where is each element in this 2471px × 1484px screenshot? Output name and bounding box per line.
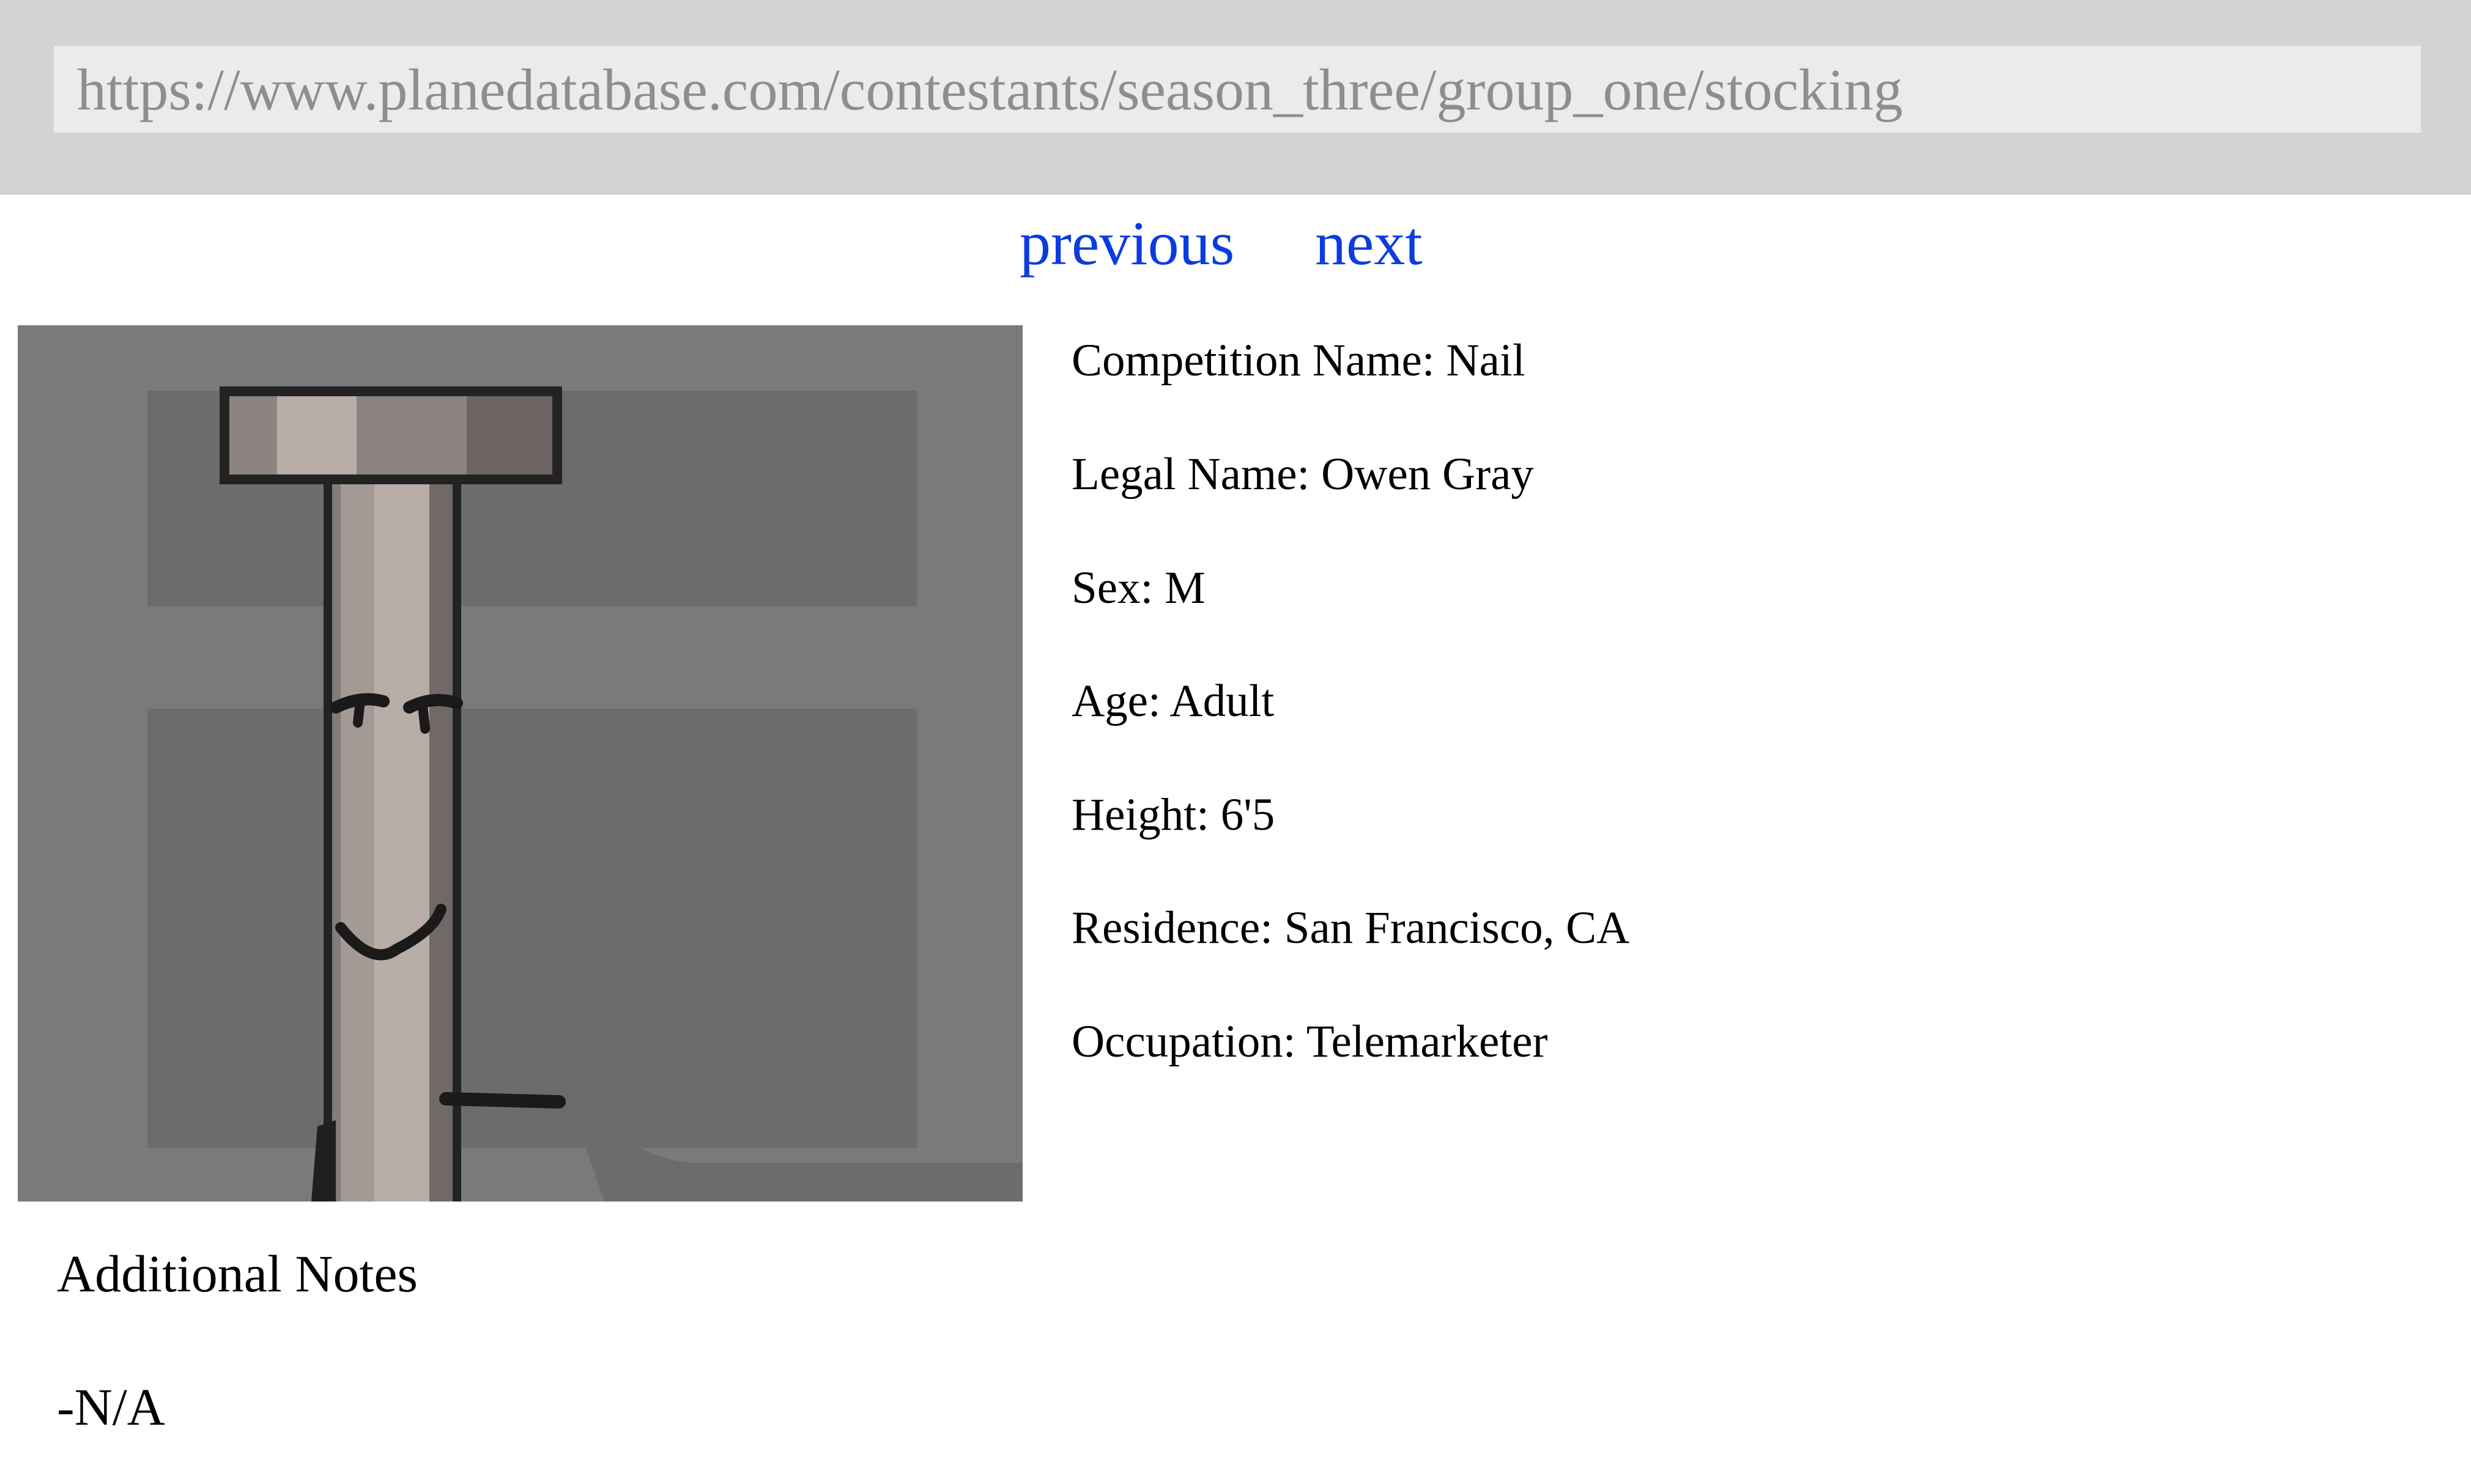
browser-toolbar: https://www.planedatabase.com/contestant… [0,0,2471,194]
detail-sex: Sex: M [1072,563,1206,613]
detail-legal-name: Legal Name: Owen Gray [1072,449,1534,500]
address-bar-url[interactable]: https://www.planedatabase.com/contestant… [77,56,1903,124]
detail-height: Height: 6'5 [1072,789,1275,840]
pagination-nav: previous next [0,213,2471,286]
next-link[interactable]: next [1315,213,1423,275]
detail-occupation: Occupation: Telemarketer [1072,1016,1548,1067]
address-bar[interactable]: https://www.planedatabase.com/contestant… [54,46,2421,133]
previous-link[interactable]: previous [1020,213,1234,275]
contestant-photo [18,325,1023,1202]
detail-competition-name: Competition Name: Nail [1072,335,1525,386]
nail-character-icon [18,325,1023,1202]
additional-notes-body: -N/A [57,1378,165,1436]
detail-age: Age: Adult [1072,676,1275,726]
additional-notes-heading: Additional Notes [57,1244,418,1303]
detail-residence: Residence: San Francisco, CA [1072,903,1630,953]
